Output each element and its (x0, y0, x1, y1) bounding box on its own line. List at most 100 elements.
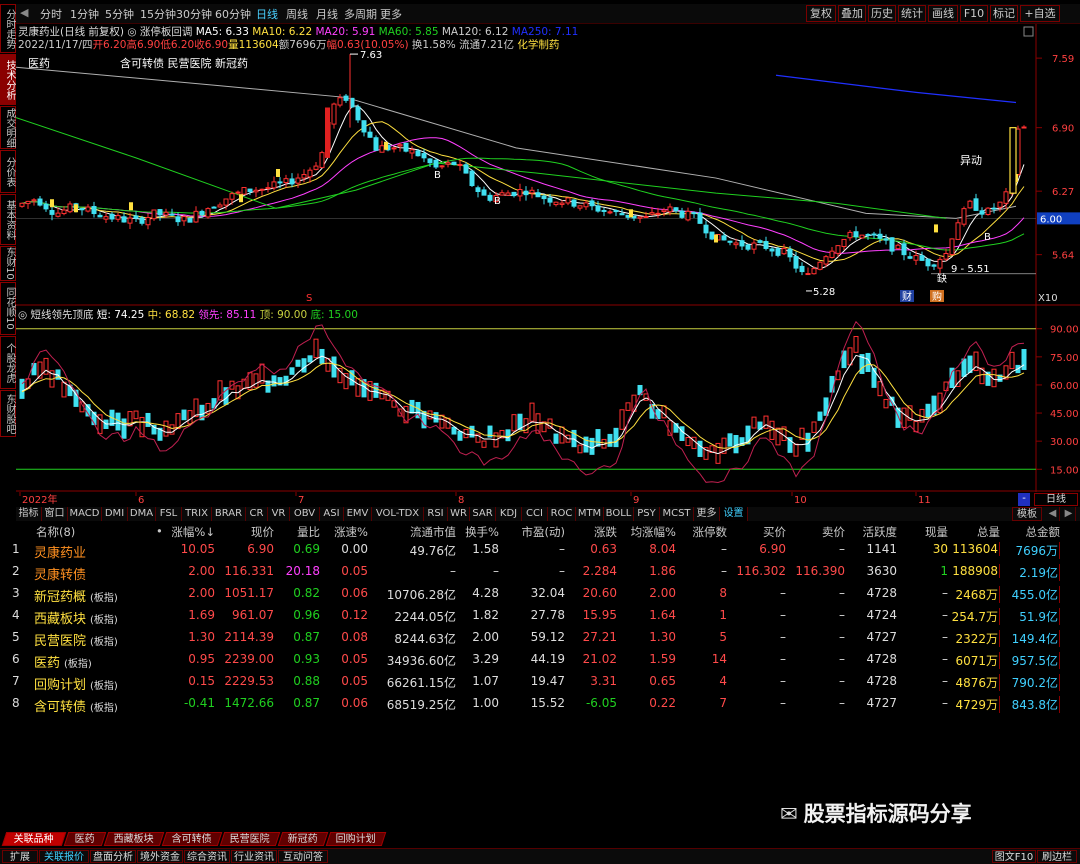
sidebar-toggle-button[interactable]: 刷边栏 (1037, 850, 1077, 863)
indicator-tab-3[interactable]: DMI (102, 507, 128, 521)
row-name-4[interactable]: 民营医院 (板指) (34, 630, 118, 649)
period-8[interactable]: 月线 (316, 6, 338, 22)
table-header-13[interactable]: 卖价 (822, 524, 845, 540)
period-switch-button[interactable]: 日线 (1034, 493, 1078, 506)
table-header-7[interactable]: 换手% (465, 524, 499, 540)
industry-label[interactable]: 化学制药 (517, 39, 559, 51)
scroll-right-icon[interactable]: ▶ (1062, 507, 1076, 521)
toolbar-button-2[interactable]: 历史 (868, 5, 896, 22)
period-1[interactable]: 1分钟 (70, 6, 99, 22)
indicator-tab-7[interactable]: BRAR (212, 507, 246, 521)
indicator-tab-19[interactable]: ROC (548, 507, 576, 521)
period-3[interactable]: 15分钟 (140, 6, 176, 22)
indicator-tab-0[interactable]: 指标 (16, 507, 42, 521)
indicator-tab-4[interactable]: DMA (128, 507, 156, 521)
related-tab-3[interactable]: 含可转债 (161, 832, 223, 846)
indicator-tab-24[interactable]: 更多 (694, 507, 720, 521)
indicator-tab-17[interactable]: KDJ (496, 507, 522, 521)
table-header-17[interactable]: 总金额 (1026, 524, 1061, 540)
bottom-bar-item-2[interactable]: 盘面分析 (90, 850, 136, 863)
oscillator-name[interactable]: 短线领先顶底 (31, 309, 94, 321)
indicator-tab-11[interactable]: ASI (320, 507, 344, 521)
toolbar-button-7[interactable]: +自选 (1020, 5, 1060, 22)
left-tab-0[interactable]: 分时走势 (0, 4, 16, 53)
indicator-tab-12[interactable]: EMV (344, 507, 372, 521)
table-header-12[interactable]: 买价 (763, 524, 786, 540)
table-header-0[interactable]: 名称(8) (36, 524, 75, 540)
left-tab-4[interactable]: 基本资料 (0, 194, 16, 245)
left-tab-1[interactable]: 技术分析 (0, 54, 16, 105)
zoom-out-button[interactable]: - (1018, 493, 1030, 506)
table-header-1[interactable]: • (156, 524, 163, 538)
bottom-bar-item-0[interactable]: 扩展 (2, 850, 38, 863)
left-tab-6[interactable]: 同花顺10 (0, 282, 16, 335)
bottom-bar-item-6[interactable]: 互动问答 (278, 850, 328, 863)
left-tab-5[interactable]: 东财10 (0, 246, 16, 281)
indicator-tab-23[interactable]: MCST (660, 507, 694, 521)
period-7[interactable]: 周线 (286, 6, 308, 22)
bottom-bar-item-1[interactable]: 关联报价 (39, 850, 89, 863)
table-header-16[interactable]: 总量 (977, 524, 1000, 540)
indicator-tab-2[interactable]: MACD (68, 507, 102, 521)
toolbar-button-4[interactable]: 画线 (928, 5, 958, 22)
indicator-tab-6[interactable]: TRIX (182, 507, 212, 521)
toolbar-button-5[interactable]: F10 (960, 5, 988, 22)
toolbar-button-1[interactable]: 叠加 (838, 5, 866, 22)
table-header-2[interactable]: 涨幅%↓ (171, 524, 215, 540)
left-tab-2[interactable]: 成交明细 (0, 106, 16, 149)
indicator-tab-5[interactable]: FSL (156, 507, 182, 521)
bottom-bar-item-3[interactable]: 境外资金 (137, 850, 183, 863)
related-tab-2[interactable]: 西藏板块 (103, 832, 165, 846)
period-9[interactable]: 多周期 (344, 6, 377, 22)
row-name-2[interactable]: 新冠药概 (板指) (34, 586, 118, 605)
table-header-8[interactable]: 市盈(动) (522, 524, 565, 540)
f10-button[interactable]: 图文F10 (992, 850, 1036, 863)
row-name-3[interactable]: 西藏板块 (板指) (34, 608, 118, 627)
bottom-bar-item-4[interactable]: 综合资讯 (184, 850, 230, 863)
related-tab-6[interactable]: 回购计划 (325, 832, 387, 846)
indicator-tab-13[interactable]: VOL-TDX (372, 507, 424, 521)
scroll-left-icon[interactable]: ◀ (1046, 507, 1060, 521)
indicator-tab-1[interactable]: 窗口 (42, 507, 68, 521)
period-0[interactable]: 分时 (40, 6, 62, 22)
row-name-1[interactable]: 灵康转债 (34, 564, 86, 583)
period-10[interactable]: 更多 (380, 6, 402, 22)
indicator-tab-21[interactable]: BOLL (604, 507, 634, 521)
related-tab-0[interactable]: 关联品种 (1, 832, 67, 846)
toolbar-button-6[interactable]: 标记 (990, 5, 1018, 22)
table-header-14[interactable]: 活跃度 (863, 524, 898, 540)
left-tab-7[interactable]: 个股龙虎 (0, 336, 16, 389)
related-tab-5[interactable]: 新冠药 (277, 832, 329, 846)
indicator-tab-8[interactable]: CR (246, 507, 268, 521)
table-header-10[interactable]: 均涨幅% (631, 524, 676, 540)
table-header-3[interactable]: 现价 (251, 524, 274, 540)
template-button[interactable]: 模板 (1012, 507, 1042, 521)
oscillator-dropdown-icon[interactable]: ◎ (18, 309, 27, 321)
left-tab-3[interactable]: 分价表 (0, 150, 16, 193)
row-name-7[interactable]: 含可转债 (板指) (34, 696, 118, 715)
indicator-tab-16[interactable]: SAR (470, 507, 496, 521)
table-header-9[interactable]: 涨跌 (594, 524, 617, 540)
period-4[interactable]: 30分钟 (176, 6, 212, 22)
indicator-tab-20[interactable]: MTM (576, 507, 604, 521)
related-tab-1[interactable]: 医药 (63, 832, 107, 846)
nav-back-icon[interactable]: ◀ (20, 6, 28, 19)
bottom-bar-item-5[interactable]: 行业资讯 (231, 850, 277, 863)
indicator-tab-22[interactable]: PSY (634, 507, 660, 521)
indicator-tab-10[interactable]: OBV (290, 507, 320, 521)
period-6[interactable]: 日线 (256, 6, 278, 22)
period-2[interactable]: 5分钟 (105, 6, 134, 22)
indicator-tab-25[interactable]: 设置 (720, 507, 748, 521)
table-header-5[interactable]: 涨速% (334, 524, 368, 540)
row-name-0[interactable]: 灵康药业 (34, 542, 86, 561)
row-name-6[interactable]: 回购计划 (板指) (34, 674, 118, 693)
related-tab-4[interactable]: 民营医院 (219, 832, 281, 846)
indicator-tab-9[interactable]: VR (268, 507, 290, 521)
indicator-tab-14[interactable]: RSI (424, 507, 448, 521)
table-header-6[interactable]: 流通市值 (410, 524, 456, 540)
indicator-tab-18[interactable]: CCI (522, 507, 548, 521)
oscillator-chart[interactable]: 90.00 75.00 60.00 45.00 30.00 15.00 (16, 306, 1080, 492)
toolbar-button-3[interactable]: 统计 (898, 5, 926, 22)
table-header-11[interactable]: 涨停数 (693, 524, 728, 540)
row-name-5[interactable]: 医药 (板指) (34, 652, 92, 671)
